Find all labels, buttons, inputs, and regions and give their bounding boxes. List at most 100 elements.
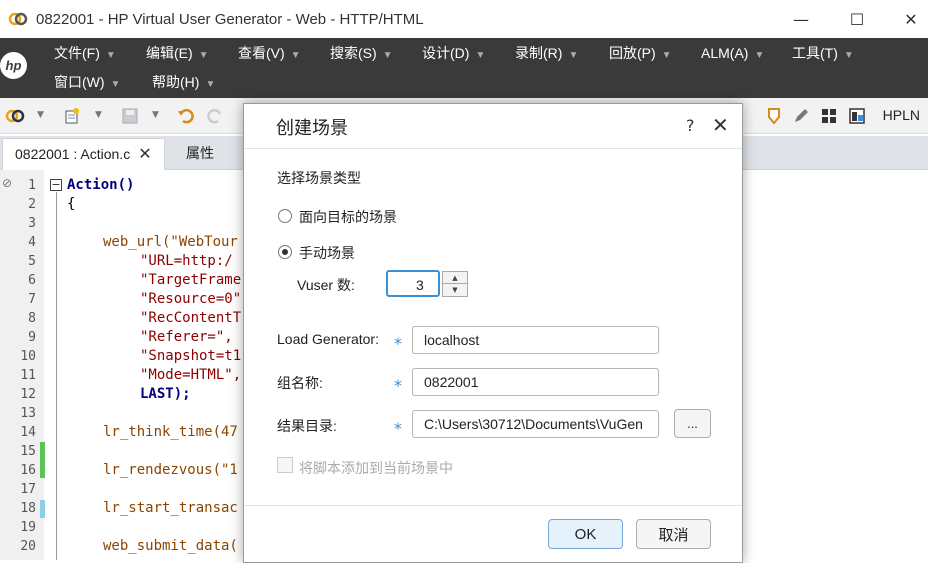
load-generator-input[interactable]: localhost <box>412 326 659 354</box>
code-line: Action() <box>67 177 135 193</box>
browse-button[interactable]: ... <box>674 409 711 438</box>
bookmark-icon: ⊘ <box>2 176 13 190</box>
menu-edit[interactable]: 编辑(E) ▼ <box>146 39 209 67</box>
manual-scenario-radio[interactable] <box>278 245 292 259</box>
shield-icon[interactable] <box>764 106 784 126</box>
line-number: 4 <box>28 235 36 250</box>
grid-icon[interactable] <box>819 106 839 126</box>
group-name-input[interactable]: 0822001 <box>412 368 659 396</box>
divider <box>244 505 742 506</box>
close-tab-icon[interactable]: ✕ <box>138 146 151 163</box>
add-to-scenario-label: 将脚本添加到当前场景中 <box>299 460 453 476</box>
group-name-label: 组名称: <box>277 375 323 391</box>
code-line: LAST); <box>140 386 191 402</box>
maximize-button[interactable]: ☐ <box>830 0 884 38</box>
pen-icon[interactable] <box>791 106 811 126</box>
required-star: * <box>394 376 402 395</box>
menu-alm[interactable]: ALM(A) ▼ <box>701 39 764 67</box>
line-number: 12 <box>20 387 36 402</box>
chevron-down-icon[interactable]: ▼ <box>37 110 44 120</box>
line-number: 20 <box>20 539 36 554</box>
menu-window[interactable]: 窗口(W) ▼ <box>54 68 120 96</box>
window-title: 0822001 - HP Virtual User Generator - We… <box>36 10 424 28</box>
line-number: 6 <box>28 273 36 288</box>
chevron-down-icon: ▼ <box>205 79 216 90</box>
minimize-button[interactable]: — <box>774 0 828 38</box>
chevron-down-icon: ▼ <box>382 50 393 61</box>
line-number: 17 <box>20 482 36 497</box>
dialog-close-icon[interactable]: ✕ <box>712 113 729 137</box>
chevron-down-icon: ▼ <box>843 50 854 61</box>
help-icon[interactable]: ? <box>686 116 695 135</box>
vuser-icon[interactable] <box>5 106 25 126</box>
line-number: 8 <box>28 311 36 326</box>
chevron-down-icon: ▼ <box>198 50 209 61</box>
divider <box>244 148 742 149</box>
code-line: "Snapshot=t1 <box>140 348 242 364</box>
save-icon[interactable] <box>120 106 140 126</box>
undo-icon[interactable] <box>176 106 196 126</box>
code-line: "RecContentT <box>140 310 242 326</box>
menu-replay[interactable]: 回放(P) ▼ <box>609 39 672 67</box>
stepper-up-icon[interactable]: ▲ <box>443 272 467 284</box>
goal-oriented-label[interactable]: 面向目标的场景 <box>299 207 397 227</box>
code-line: web_url("WebTour <box>103 234 238 250</box>
cancel-button[interactable]: 取消 <box>636 519 711 549</box>
load-generator-label: Load Generator: <box>277 331 379 347</box>
code-line: web_submit_data( <box>103 538 238 554</box>
manual-scenario-label[interactable]: 手动场景 <box>299 243 355 263</box>
chevron-down-icon: ▼ <box>110 79 121 90</box>
line-number: 13 <box>20 406 36 421</box>
code-line: "Mode=HTML", <box>140 367 242 383</box>
line-number: 3 <box>28 216 36 231</box>
line-number: 9 <box>28 330 36 345</box>
code-line: "Referer=", <box>140 329 233 345</box>
line-number: 7 <box>28 292 36 307</box>
hp-logo-icon: hp <box>0 52 27 79</box>
line-number: 1 <box>28 178 36 193</box>
line-number: 2 <box>28 197 36 212</box>
layout-icon[interactable] <box>847 106 867 126</box>
line-number: 19 <box>20 520 36 535</box>
menu-file[interactable]: 文件(F) ▼ <box>54 39 116 67</box>
line-number: 14 <box>20 425 36 440</box>
code-line: "Resource=0" <box>140 291 242 307</box>
tab-properties[interactable]: 属性 <box>174 138 226 170</box>
line-number: 16 <box>20 463 36 478</box>
add-to-scenario-checkbox[interactable] <box>277 457 293 473</box>
code-line: lr_rendezvous("1 <box>103 462 238 478</box>
scenario-type-label: 选择场景类型 <box>277 170 361 186</box>
code-line: "URL=http:/ <box>140 253 233 269</box>
line-number: 10 <box>20 349 36 364</box>
chevron-down-icon[interactable]: ▼ <box>95 110 102 120</box>
code-line: lr_think_time(47 <box>103 424 238 440</box>
code-line: lr_start_transac <box>103 500 238 516</box>
required-star: * <box>394 419 402 438</box>
menu-help[interactable]: 帮助(H) ▼ <box>152 68 215 96</box>
change-marker <box>40 442 45 478</box>
menu-record[interactable]: 录制(R) ▼ <box>515 39 578 67</box>
menu-tools[interactable]: 工具(T) ▼ <box>792 39 854 67</box>
stepper-down-icon[interactable]: ▼ <box>443 284 467 296</box>
redo-icon[interactable] <box>205 106 225 126</box>
menu-view[interactable]: 查看(V) ▼ <box>238 39 301 67</box>
dialog-title: 创建场景 <box>276 118 348 138</box>
tab-action-c[interactable]: 0822001 : Action.c ✕ <box>2 138 165 170</box>
line-number: 15 <box>20 444 36 459</box>
result-dir-input[interactable]: C:\Users\30712\Documents\VuGen <box>412 410 659 438</box>
create-scenario-dialog: 创建场景 ? ✕ 选择场景类型 面向目标的场景 手动场景 Vuser 数: 3 … <box>243 103 743 563</box>
line-number: 11 <box>20 368 36 383</box>
hpln-label[interactable]: HPLN <box>883 107 920 123</box>
result-dir-label: 结果目录: <box>277 418 337 434</box>
chevron-down-icon: ▼ <box>661 50 672 61</box>
new-script-icon[interactable] <box>62 106 82 126</box>
close-button[interactable]: ✕ <box>884 0 928 38</box>
vuser-count-input[interactable]: 3 <box>386 270 440 297</box>
ok-button[interactable]: OK <box>548 519 623 549</box>
goal-oriented-radio[interactable] <box>278 209 292 223</box>
menu-design[interactable]: 设计(D) ▼ <box>422 39 485 67</box>
menu-search[interactable]: 搜索(S) ▼ <box>330 39 393 67</box>
chevron-down-icon[interactable]: ▼ <box>152 110 159 120</box>
chevron-down-icon: ▼ <box>105 50 116 61</box>
fold-toggle-icon[interactable]: − <box>50 179 62 191</box>
